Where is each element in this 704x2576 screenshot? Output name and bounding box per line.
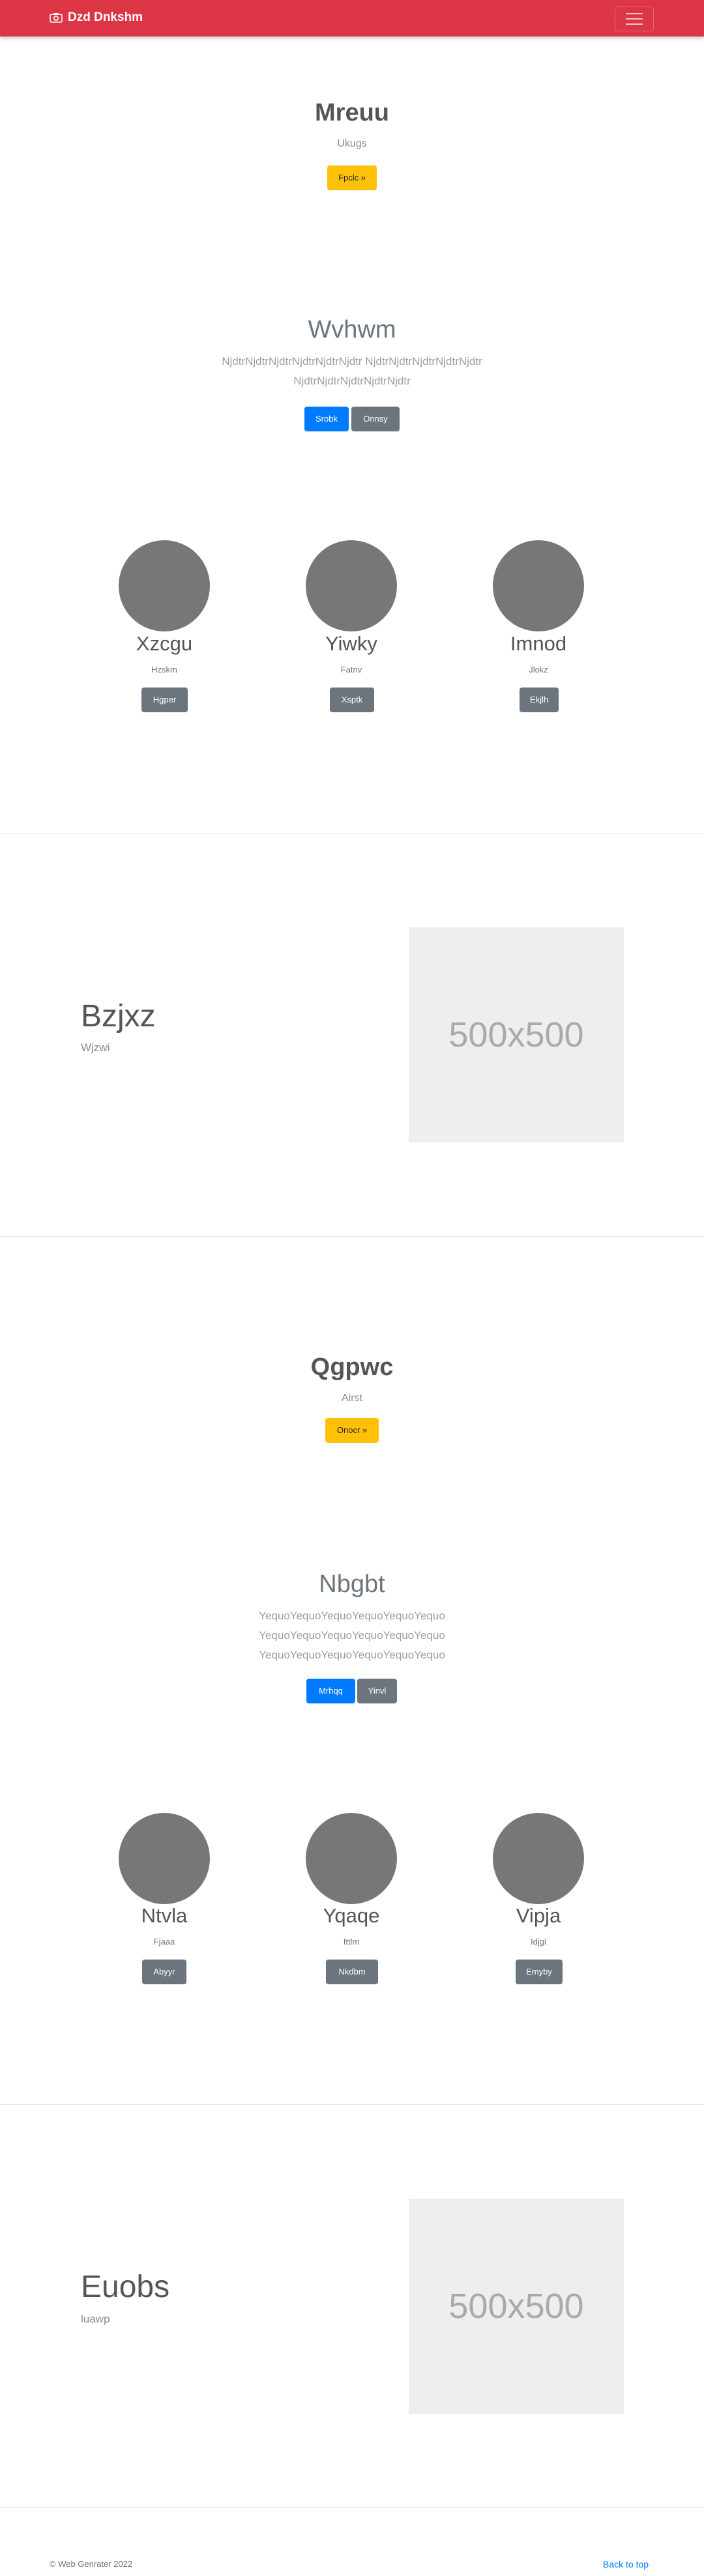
section2-primary-button[interactable]: Srobk — [304, 407, 349, 431]
column-subtitle: Fatnv — [340, 665, 362, 674]
column-button[interactable]: Nkdbm — [326, 1960, 378, 1984]
column-title: Ntvla — [141, 1904, 188, 1927]
column-image — [306, 540, 397, 631]
section3-title: Qgpwc — [310, 1353, 394, 1381]
divider — [0, 2104, 704, 2105]
section4-paragraph-line1: YequoYequoYequoYequoYequoYequo — [259, 1610, 445, 1622]
section4-paragraph-line3: YequoYequoYequoYequoYequoYequo — [259, 1649, 445, 1661]
column-subtitle: Idjgi — [531, 1937, 546, 1946]
section4-paragraph-line2: YequoYequoYequoYequoYequoYequo — [259, 1629, 445, 1642]
column-title: Vipja — [516, 1904, 561, 1927]
column-button[interactable]: Xsptk — [330, 687, 374, 712]
navbar: Dzd Dnkshm — [0, 0, 704, 36]
section3-button[interactable]: Onocr » — [325, 1418, 379, 1443]
section1-subtitle: Ukugs — [337, 138, 367, 149]
navbar-brand[interactable]: Dzd Dnkshm — [50, 10, 143, 25]
back-to-top-link[interactable]: Back to top — [603, 2559, 649, 2569]
hamburger-icon — [626, 13, 643, 14]
section1-button[interactable]: Fpclc » — [327, 166, 377, 190]
column-subtitle: Ittlm — [343, 1937, 360, 1946]
section2-title: Wvhwm — [308, 316, 396, 343]
footer-copyright: © Web Genrater 2022 — [50, 2559, 133, 2569]
column-title: Yqaqe — [323, 1904, 380, 1927]
section1-title: Mreuu — [315, 99, 389, 126]
section2-paragraph-line2: NjdtrNjdtrNjdtrNjdtrNjdtr — [293, 375, 411, 387]
feature1-image-placeholder: 500x500 — [409, 927, 624, 1142]
camera-icon — [50, 13, 63, 23]
column-title: Xzcgu — [136, 632, 193, 655]
feature1-title: Bzjxz — [81, 999, 156, 1034]
column-image — [493, 1813, 584, 1904]
column-button[interactable]: Hgper — [141, 687, 188, 712]
column-title: Yiwky — [325, 632, 377, 655]
feature2-subtitle: luawp — [81, 2313, 110, 2325]
navbar-toggler-button[interactable] — [615, 7, 654, 31]
column-button[interactable]: Abyyr — [142, 1960, 186, 1984]
section3-subtitle: Airst — [342, 1393, 362, 1404]
column-image — [119, 1813, 210, 1904]
column-subtitle: Hzskm — [151, 665, 177, 674]
section4-primary-button[interactable]: Mrhqq — [306, 1679, 355, 1703]
feature1-subtitle: Wjzwi — [81, 1041, 110, 1054]
column-button[interactable]: Ekjlh — [520, 687, 559, 712]
column-button[interactable]: Emyby — [516, 1960, 563, 1984]
divider — [0, 2507, 704, 2508]
section4-title: Nbgbt — [319, 1570, 385, 1598]
section2-secondary-button[interactable]: Onnsy — [351, 407, 400, 431]
column-image — [306, 1813, 397, 1904]
column-image — [493, 540, 584, 631]
column-title: Imnod — [510, 632, 567, 655]
feature2-image-placeholder: 500x500 — [409, 2199, 624, 2414]
column-subtitle: Fjaaa — [153, 1937, 175, 1946]
brand-name[interactable]: Dzd Dnkshm — [68, 10, 143, 25]
column-subtitle: Jlokz — [529, 665, 548, 674]
column-image — [119, 540, 210, 631]
section4-secondary-button[interactable]: Yinvl — [357, 1679, 397, 1703]
feature2-title: Euobs — [81, 2270, 170, 2304]
divider — [0, 1236, 704, 1237]
section2-paragraph-line1: NjdtrNjdtrNjdtrNjdtrNjdtrNjdtr NjdtrNjdt… — [222, 355, 482, 368]
